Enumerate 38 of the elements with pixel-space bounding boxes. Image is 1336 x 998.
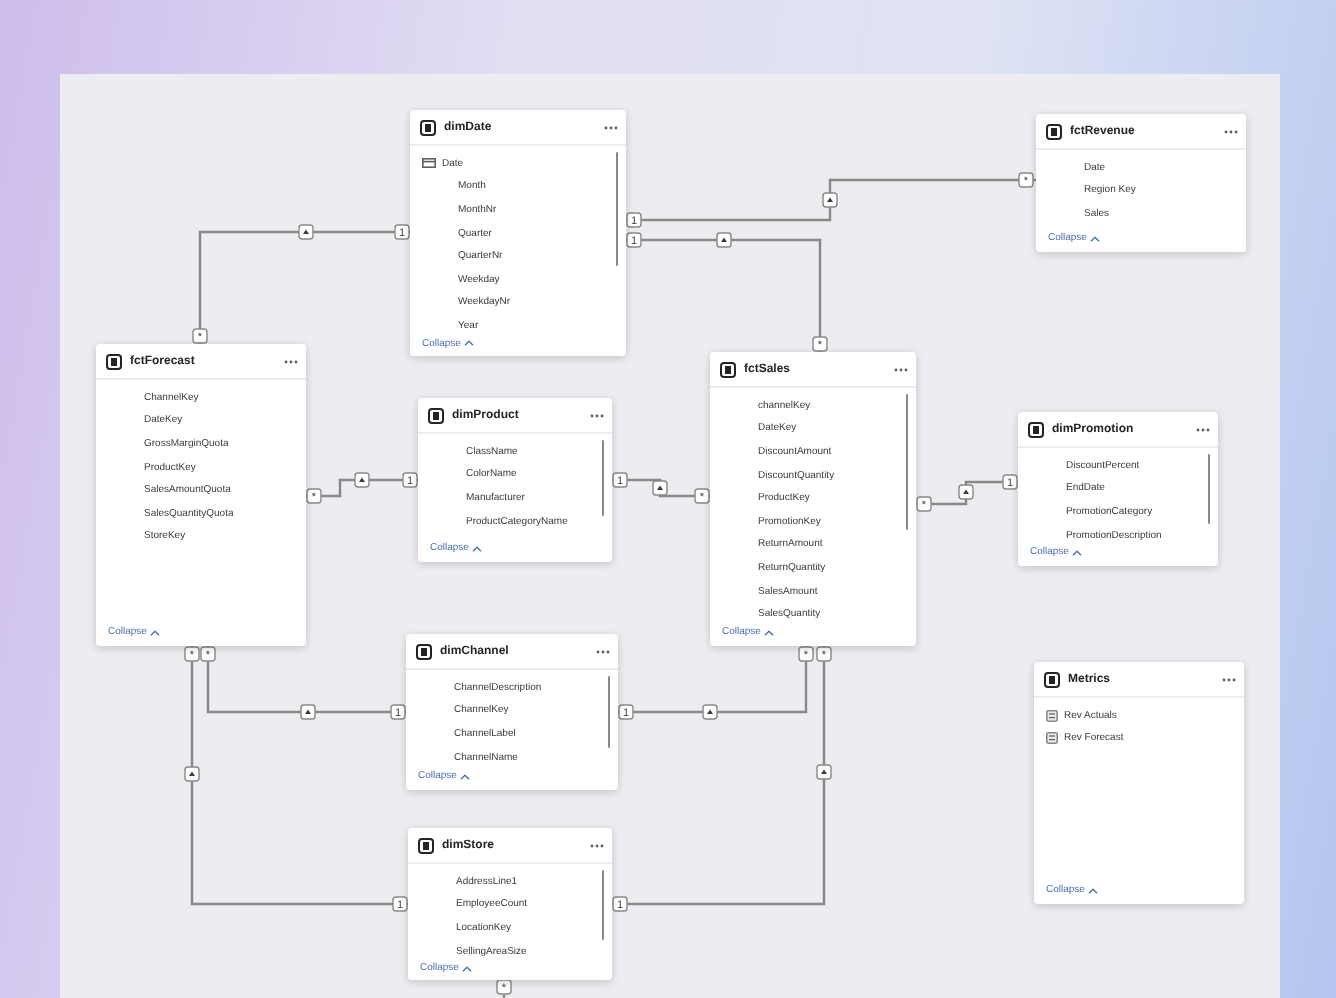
caret-icon (462, 965, 473, 972)
table-icon (428, 407, 444, 423)
table-icon (720, 361, 736, 377)
table-icon (420, 119, 436, 135)
filter-direction-icon (822, 192, 838, 208)
relationship-line[interactable] (502, 995, 506, 998)
scrollbar[interactable] (1207, 454, 1210, 525)
scrollbar[interactable] (905, 394, 908, 530)
table-icon (418, 837, 434, 853)
filter-direction-icon (716, 232, 732, 248)
caret-icon (472, 545, 483, 551)
scrollbar[interactable] (601, 870, 604, 940)
caret-icon (1088, 887, 1099, 893)
caret-icon (764, 629, 775, 635)
caret-icon (150, 629, 161, 635)
table-icon (1028, 421, 1044, 437)
filter-direction-icon (652, 480, 668, 496)
filter-direction-icon (702, 704, 718, 720)
table-icon (1046, 123, 1062, 139)
table-icon (106, 353, 122, 369)
calculator-icon (1046, 732, 1058, 745)
caret-icon (460, 773, 471, 779)
calendar-icon (422, 158, 436, 169)
scrollbar[interactable] (607, 676, 610, 748)
filter-direction-icon (298, 224, 314, 240)
scrollbar[interactable] (615, 152, 618, 266)
filter-direction-icon (300, 704, 316, 720)
caret-icon (464, 340, 475, 347)
filter-direction-icon (184, 766, 200, 782)
filter-direction-icon (958, 484, 974, 500)
filter-direction-icon (816, 764, 832, 780)
filter-direction-icon (354, 472, 370, 488)
caret-icon (1072, 549, 1083, 556)
caret-icon (1090, 235, 1101, 241)
scrollbar[interactable] (601, 440, 604, 516)
table-icon (416, 643, 432, 659)
calculator-icon (1046, 709, 1058, 722)
table-icon (1044, 671, 1060, 687)
